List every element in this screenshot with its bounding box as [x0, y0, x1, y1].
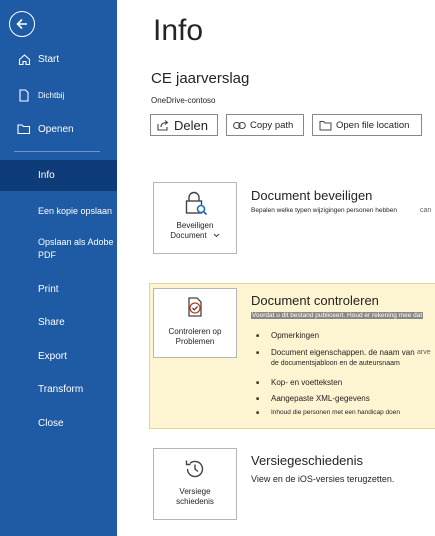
nav-save-copy[interactable]: Een kopie opslaan	[0, 196, 117, 226]
folder-icon	[17, 122, 31, 136]
link-icon	[233, 121, 246, 130]
bullet-icon: ■	[256, 350, 260, 356]
nav-label: Share	[38, 316, 65, 328]
nav-save-as-pdf[interactable]: Opslaan als Adobe PDF	[0, 232, 117, 262]
bullet-icon: ■	[256, 380, 260, 386]
document-icon	[17, 88, 31, 102]
chevron-down-icon	[213, 233, 220, 238]
protect-truncated-text: can	[420, 207, 432, 214]
protect-document-button[interactable]: Beveiligen Document	[153, 182, 237, 254]
lock-icon	[182, 190, 208, 218]
protect-card-line2: Document	[170, 231, 220, 240]
nav-info[interactable]: Info	[0, 160, 117, 191]
folder-open-icon	[319, 120, 332, 131]
nav-label: Start	[38, 53, 60, 65]
nav-open[interactable]: Openen	[0, 114, 117, 144]
nav-print[interactable]: Print	[0, 274, 117, 304]
back-arrow-icon	[16, 18, 27, 30]
nav-label: Een kopie opslaan	[38, 206, 113, 216]
inspect-item: Kop- en voetteksten	[271, 378, 343, 387]
protect-card-line2-text: Document	[170, 231, 207, 240]
page-title: Info	[153, 14, 204, 47]
copy-path-label: Copy path	[250, 119, 294, 131]
inspect-item: Opmerkingen	[271, 331, 320, 340]
nav-divider	[14, 151, 100, 152]
protect-title: Document beveiligen	[251, 188, 373, 203]
bullet-icon: ■	[256, 410, 260, 416]
inspect-truncated-text: arve	[417, 349, 431, 356]
version-history-button[interactable]: Versiege schiedenis	[153, 448, 237, 520]
copy-path-button[interactable]: Copy path	[226, 114, 304, 136]
nav-label: Openen	[38, 123, 74, 135]
back-button[interactable]	[9, 11, 35, 37]
inspect-item-continued: de documentsjabloon en de auteursnaam	[271, 360, 400, 367]
protect-description: Bepalen welke typen wijzigingen personen…	[251, 207, 397, 214]
inspect-description: Voordat u dit bestand publiceert. Houd e…	[251, 312, 424, 319]
nav-label: Print	[38, 283, 59, 295]
history-icon	[183, 457, 207, 483]
info-pane: Info CE jaarverslag OneDrive-contoso Del…	[117, 0, 435, 536]
inspect-item: Aangepaste XML-gegevens	[271, 394, 370, 403]
bullet-icon: ■	[256, 333, 260, 339]
version-history-description: View en de iOS-versies terugzetten.	[251, 474, 395, 484]
nav-label: Close	[38, 417, 64, 429]
inspect-title: Document controleren	[251, 293, 379, 308]
share-icon	[157, 119, 170, 131]
inspect-card-line2: Problemen	[175, 337, 215, 346]
document-title: CE jaarverslag	[151, 70, 250, 87]
backstage-sidebar: Start Dichtbij Openen Info Een kopie ops…	[0, 0, 117, 536]
nav-recent[interactable]: Dichtbij	[0, 80, 117, 110]
home-icon	[17, 52, 31, 66]
history-card-line1: Versiege	[179, 487, 211, 496]
inspect-document-button[interactable]: Controleren op Problemen	[153, 288, 237, 358]
nav-label: Info	[38, 170, 55, 181]
inspect-item: Inhoud die personen met een handicap doe…	[271, 409, 401, 416]
bullet-icon: ■	[256, 396, 260, 402]
version-history-title: Versiegeschiedenis	[251, 453, 364, 468]
nav-start[interactable]: Start	[0, 44, 117, 74]
nav-transform[interactable]: Transform	[0, 374, 117, 404]
share-label: Delen	[174, 117, 208, 133]
nav-label: Transform	[38, 383, 84, 395]
nav-share[interactable]: Share	[0, 307, 117, 337]
nav-label: Opslaan als Adobe	[38, 237, 114, 247]
nav-label-line2: PDF	[38, 250, 56, 260]
document-location: OneDrive-contoso	[151, 96, 216, 105]
protect-card-line1: Beveiligen	[176, 221, 214, 230]
inspect-doc-icon	[183, 296, 207, 322]
open-file-location-button[interactable]: Open file location	[312, 114, 422, 136]
open-file-location-label: Open file location	[336, 119, 410, 131]
nav-export[interactable]: Export	[0, 341, 117, 371]
nav-label: Export	[38, 350, 67, 362]
nav-label: Dichtbij	[38, 90, 65, 100]
inspect-item: Document eigenschappen. de naam van	[271, 348, 415, 357]
share-button[interactable]: Delen	[150, 114, 218, 136]
history-card-line2: schiedenis	[176, 497, 214, 506]
inspect-card-line1: Controleren op	[168, 327, 222, 336]
nav-close[interactable]: Close	[0, 408, 117, 438]
